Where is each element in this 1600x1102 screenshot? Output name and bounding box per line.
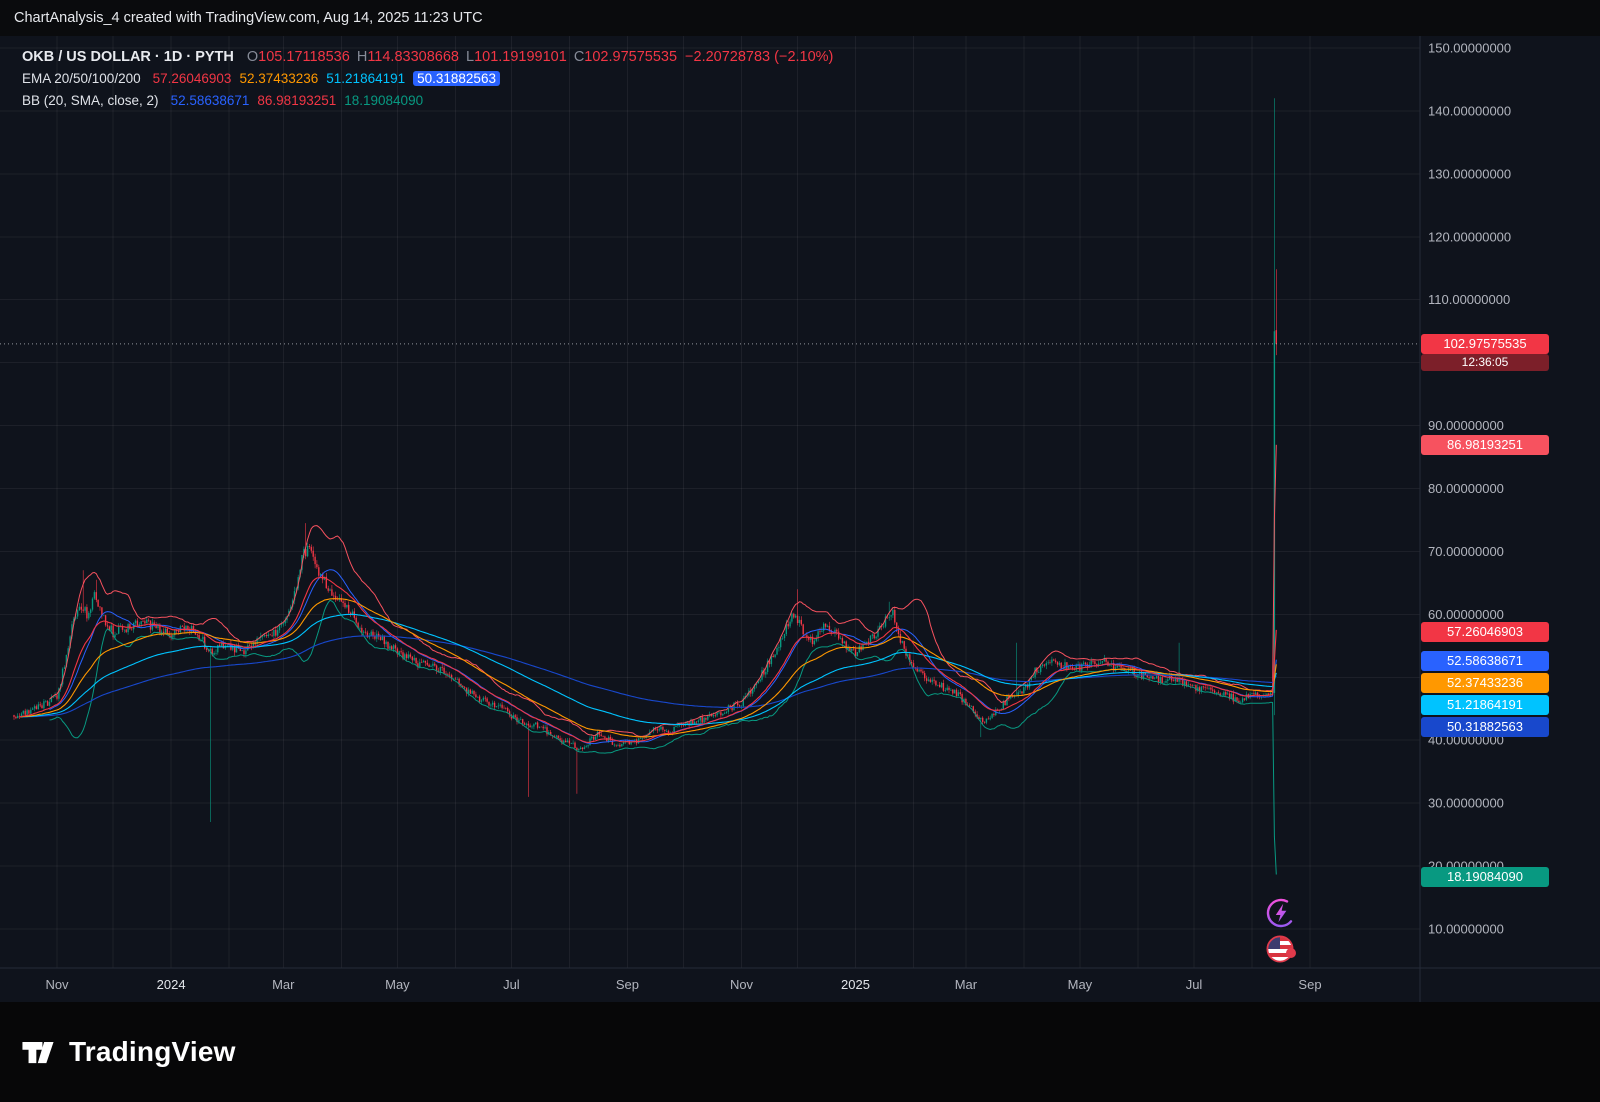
chart-legend: OKB / US DOLLAR · 1D · PYTH O105.17118536… xyxy=(22,46,833,112)
ema100-line xyxy=(20,614,1277,724)
window-title: ChartAnalysis_4 created with TradingView… xyxy=(14,10,483,26)
change-value: −2.20728783 (−2.10%) xyxy=(685,49,833,65)
low-value: 101.19199101 xyxy=(474,49,567,65)
high-value: 114.83308668 xyxy=(367,49,459,65)
close-label: C xyxy=(574,49,584,65)
footer-bar: TradingView xyxy=(0,1002,1600,1102)
plot-layer xyxy=(0,98,1420,874)
tradingview-wordmark[interactable]: TradingView xyxy=(69,1036,236,1068)
high-label: H xyxy=(357,49,367,65)
grid-layer xyxy=(0,36,1420,968)
open-label: O xyxy=(247,49,258,65)
us-flag-icon xyxy=(1264,932,1298,966)
tradingview-logo-icon[interactable] xyxy=(18,1032,58,1072)
time-axis[interactable] xyxy=(0,968,1600,1002)
ema100-value: 51.21864191 xyxy=(326,71,405,86)
bb-indicator-row: BB (20, SMA, close, 2) 52.58638671 86.9819… xyxy=(22,90,833,112)
up-candle-wicks xyxy=(18,98,1275,822)
window-title-bar: ChartAnalysis_4 created with TradingView… xyxy=(0,0,1600,36)
close-value: 102.97575535 xyxy=(584,49,677,65)
ema200-value: 50.31882563 xyxy=(413,71,500,86)
ema20-line xyxy=(20,577,1277,742)
economic-calendar-button[interactable] xyxy=(1264,932,1298,966)
price-axis[interactable] xyxy=(1420,36,1600,968)
bb-upper-value: 86.98193251 xyxy=(257,93,336,108)
symbol-row: OKB / US DOLLAR · 1D · PYTH O105.17118536… xyxy=(22,46,833,68)
low-label: L xyxy=(466,49,474,65)
bb-basis-value: 52.58638671 xyxy=(171,93,250,108)
down-candle-bodies xyxy=(14,330,1276,750)
ema50-value: 52.37433236 xyxy=(239,71,318,86)
chart-canvas[interactable]: 10.0000000020.0000000030.0000000040.0000… xyxy=(0,0,1600,1102)
symbol-title[interactable]: OKB / US DOLLAR · 1D · PYTH xyxy=(22,49,234,65)
bb-lower-value: 18.19084090 xyxy=(344,93,423,108)
up-candle-bodies xyxy=(18,331,1275,750)
ema-indicator-title[interactable]: EMA 20/50/100/200 xyxy=(22,71,141,86)
ema20-value: 57.26046903 xyxy=(153,71,232,86)
bb-lower-band-line xyxy=(50,600,1277,874)
ema-indicator-row: EMA 20/50/100/200 57.26046903 52.37433236 5… xyxy=(22,68,833,90)
boost-lightning-icon xyxy=(1264,896,1298,930)
boost-button[interactable] xyxy=(1264,896,1298,930)
bb-indicator-title[interactable]: BB (20, SMA, close, 2) xyxy=(22,93,159,108)
open-value: 105.17118536 xyxy=(258,49,350,65)
down-candle-wicks xyxy=(14,269,1276,797)
